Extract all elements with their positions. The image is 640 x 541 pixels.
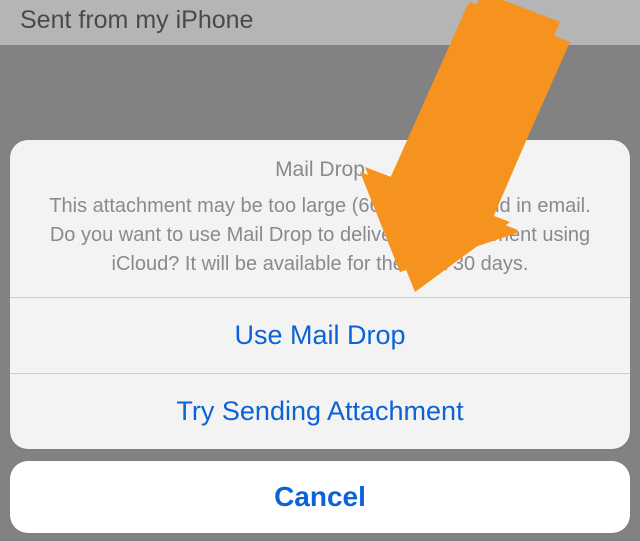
action-sheet-main: Mail Drop This attachment may be too lar…	[10, 140, 630, 449]
action-sheet-title: Mail Drop	[34, 158, 606, 182]
action-sheet-message: This attachment may be too large (66.6 M…	[34, 192, 606, 279]
action-sheet-header: Mail Drop This attachment may be too lar…	[10, 140, 630, 297]
use-mail-drop-button[interactable]: Use Mail Drop	[10, 297, 630, 373]
cancel-button[interactable]: Cancel	[10, 461, 630, 533]
action-sheet: Mail Drop This attachment may be too lar…	[10, 140, 630, 533]
try-sending-attachment-button[interactable]: Try Sending Attachment	[10, 373, 630, 449]
